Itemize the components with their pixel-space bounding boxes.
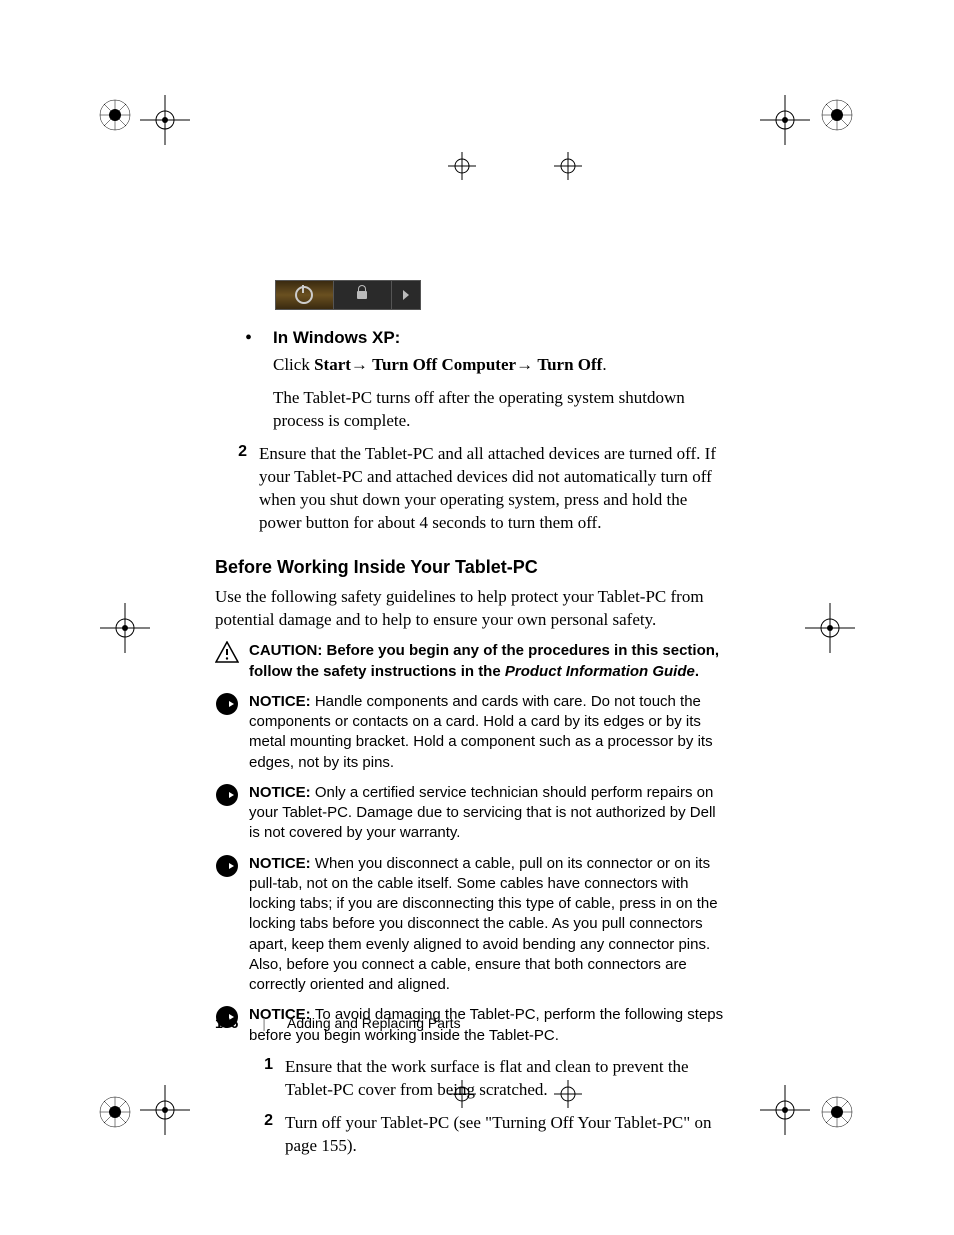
- bullet-xp: • In Windows XP:: [245, 328, 725, 348]
- notice-body: When you disconnect a cable, pull on its…: [249, 855, 718, 994]
- bullet-icon: •: [245, 328, 273, 348]
- step-text: Ensure that the Tablet-PC and all attach…: [259, 443, 725, 535]
- notice-label: NOTICE:: [249, 784, 315, 801]
- crop-mark-top-right: [760, 95, 810, 150]
- crop-mark-mid-left: [100, 603, 150, 658]
- click-turnoffcomp: Turn Off Computer: [372, 355, 516, 374]
- notice-label: NOTICE:: [249, 855, 315, 872]
- bullet-text: In Windows XP:: [273, 328, 400, 348]
- caution-text: CAUTION: Before you begin any of the pro…: [249, 641, 725, 682]
- notice-label: NOTICE:: [249, 693, 315, 710]
- arrow1: →: [351, 355, 372, 374]
- crop-mark-mid-right: [805, 603, 855, 658]
- page-number: 156: [215, 1015, 238, 1031]
- notice-icon: [215, 692, 249, 773]
- page-footer: 156 | Adding and Replacing Parts: [215, 1015, 461, 1031]
- caution-icon: [215, 641, 249, 682]
- notice-2: NOTICE: Only a certified service technic…: [215, 783, 725, 844]
- click-post: .: [602, 355, 606, 374]
- notice-1-text: NOTICE: Handle components and cards with…: [249, 692, 725, 773]
- step-number: 2: [215, 443, 259, 535]
- registration-mark-bottom-right: [820, 1095, 854, 1134]
- notice-body: Only a certified service technician shou…: [249, 784, 716, 842]
- substep-1: 1 Ensure that the work surface is flat a…: [249, 1056, 725, 1102]
- notice-3: NOTICE: When you disconnect a cable, pul…: [215, 854, 725, 996]
- substep-number: 2: [249, 1112, 285, 1158]
- step-2: 2 Ensure that the Tablet-PC and all atta…: [215, 443, 725, 535]
- registration-mark-top-right: [820, 98, 854, 137]
- after-click-text: The Tablet-PC turns off after the operat…: [273, 387, 725, 433]
- notice-icon: [215, 854, 249, 996]
- click-line: Click Start→ Turn Off Computer→ Turn Off…: [273, 354, 725, 377]
- click-turnoff: Turn Off: [537, 355, 602, 374]
- crop-mark-top-center-2: [554, 152, 582, 185]
- crop-mark-top-left: [140, 95, 190, 150]
- registration-mark-top-left: [98, 98, 132, 137]
- notice-3-text: NOTICE: When you disconnect a cable, pul…: [249, 854, 725, 996]
- caution-ital: Product Information Guide: [505, 663, 695, 680]
- substep-number: 1: [249, 1056, 285, 1102]
- caution-body2: .: [695, 663, 699, 680]
- caution-label: CAUTION:: [249, 642, 327, 659]
- section-heading: Before Working Inside Your Tablet-PC: [215, 557, 725, 578]
- notice-1: NOTICE: Handle components and cards with…: [215, 692, 725, 773]
- click-pre: Click: [273, 355, 314, 374]
- notice-icon: [215, 783, 249, 844]
- footer-divider: |: [262, 1015, 266, 1031]
- chapter-title: Adding and Replacing Parts: [287, 1015, 461, 1031]
- shutdown-bar-image: [275, 280, 421, 310]
- arrow-button-icon: [392, 281, 420, 309]
- substep-text: Ensure that the work surface is flat and…: [285, 1056, 725, 1102]
- crop-mark-top-center: [448, 152, 476, 185]
- registration-mark-bottom-left: [98, 1095, 132, 1134]
- power-button-icon: [276, 281, 334, 309]
- crop-mark-bottom-left: [140, 1085, 190, 1140]
- substep-text: Turn off your Tablet-PC (see "Turning Of…: [285, 1112, 725, 1158]
- caution-callout: CAUTION: Before you begin any of the pro…: [215, 641, 725, 682]
- intro-para: Use the following safety guidelines to h…: [215, 586, 725, 632]
- crop-mark-bottom-right: [760, 1085, 810, 1140]
- lock-button-icon: [334, 281, 392, 309]
- notice-body: Handle components and cards with care. D…: [249, 693, 713, 771]
- notice-2-text: NOTICE: Only a certified service technic…: [249, 783, 725, 844]
- page-content: • In Windows XP: Click Start→ Turn Off C…: [215, 280, 725, 1168]
- click-start: Start: [314, 355, 351, 374]
- substep-2: 2 Turn off your Tablet-PC (see "Turning …: [249, 1112, 725, 1158]
- arrow2: →: [516, 355, 537, 374]
